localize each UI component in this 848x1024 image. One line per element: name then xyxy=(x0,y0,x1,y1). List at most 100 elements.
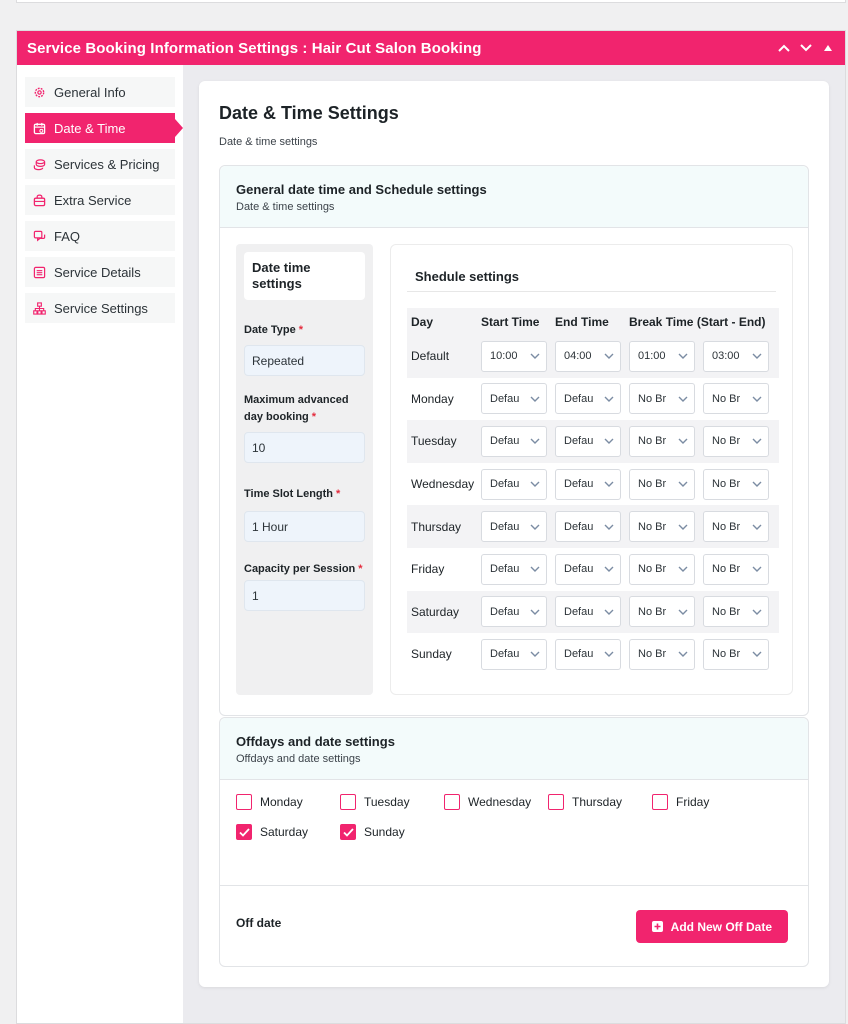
schedule-row: Sunday Defau Defau No Br No Br xyxy=(407,633,779,676)
schedule-day-label: Default xyxy=(411,349,450,364)
checkbox[interactable] xyxy=(444,794,460,810)
break-start-select[interactable]: No Br xyxy=(629,553,695,585)
start-time-select[interactable]: Defau xyxy=(481,425,547,457)
page-title: Date & Time Settings xyxy=(219,103,399,123)
offday-checkbox-wednesday[interactable]: Wednesday xyxy=(444,794,548,810)
sidebar-item-service-settings[interactable]: Service Settings xyxy=(25,293,175,323)
schedule-day-label: Saturday xyxy=(411,604,460,619)
triangle-up-icon[interactable] xyxy=(821,41,835,55)
sidebar-item-extra-service[interactable]: Extra Service xyxy=(25,185,175,215)
sidebar-item-faq[interactable]: FAQ xyxy=(25,221,175,251)
break-start-select[interactable]: No Br xyxy=(629,511,695,543)
panel-header: Service Booking Information Settings : H… xyxy=(17,31,845,65)
break-end-select[interactable]: No Br xyxy=(703,596,769,628)
break-end-select[interactable]: No Br xyxy=(703,425,769,457)
chevron-down-icon xyxy=(530,481,540,488)
column-header-day: Day xyxy=(411,314,434,329)
coins-icon xyxy=(33,158,46,170)
end-time-select[interactable]: Defau xyxy=(555,511,621,543)
offday-checkbox-thursday[interactable]: Thursday xyxy=(548,794,652,810)
capacity-per-session-label: Capacity per Session * xyxy=(244,563,363,575)
chevron-down-icon xyxy=(752,609,762,615)
end-time-select[interactable]: Defau xyxy=(555,596,621,628)
schedule-title: Shedule settings xyxy=(407,259,776,292)
start-time-select[interactable]: 10:00 xyxy=(481,340,547,372)
sidebar-item-date-time[interactable]: Date & Time xyxy=(25,113,183,143)
section-subtitle: Offdays and date settings xyxy=(236,753,361,765)
chevron-down-icon xyxy=(678,438,688,445)
break-end-select[interactable]: No Br xyxy=(703,553,769,585)
start-time-select[interactable]: Defau xyxy=(481,468,547,500)
chevron-down-icon xyxy=(530,438,540,445)
start-time-select[interactable]: Defau xyxy=(481,596,547,628)
offday-checkbox-tuesday[interactable]: Tuesday xyxy=(340,794,444,810)
offday-checkbox-saturday[interactable]: Saturday xyxy=(236,824,340,840)
check-icon xyxy=(238,827,250,837)
checkbox-label: Wednesday xyxy=(468,795,532,809)
start-time-select[interactable]: Defau xyxy=(481,511,547,543)
chevron-down-icon xyxy=(530,353,540,360)
offday-checkbox-sunday[interactable]: Sunday xyxy=(340,824,444,840)
fields-title: Date time settings xyxy=(244,252,365,300)
chevron-down-icon xyxy=(604,353,614,360)
time-slot-length-select[interactable]: 1 Hour xyxy=(244,511,365,542)
break-start-select[interactable]: No Br xyxy=(629,468,695,500)
break-end-select[interactable]: No Br xyxy=(703,383,769,415)
checkbox[interactable] xyxy=(548,794,564,810)
chevron-down-icon xyxy=(678,609,688,615)
break-start-select[interactable]: No Br xyxy=(629,425,695,457)
sidebar-item-label: FAQ xyxy=(54,228,81,244)
break-end-select[interactable]: 03:00 xyxy=(703,340,769,372)
check-icon xyxy=(342,827,354,837)
chevron-down-icon[interactable] xyxy=(799,41,813,55)
list-icon xyxy=(33,266,46,278)
date-type-select[interactable]: Repeated xyxy=(244,345,365,376)
max-advanced-booking-input[interactable]: 10 xyxy=(244,432,365,463)
offday-checkbox-friday[interactable]: Friday xyxy=(652,794,756,810)
break-start-select[interactable]: 01:00 xyxy=(629,340,695,372)
schedule-day-label: Friday xyxy=(411,562,445,577)
sidebar-item-service-details[interactable]: Service Details xyxy=(25,257,175,287)
chevron-down-icon xyxy=(678,396,688,402)
section-subtitle: Date & time settings xyxy=(236,201,335,213)
end-time-select[interactable]: 04:00 xyxy=(555,340,621,372)
chevron-down-icon xyxy=(530,609,540,615)
end-time-select[interactable]: Defau xyxy=(555,468,621,500)
break-start-select[interactable]: No Br xyxy=(629,383,695,415)
column-header-break-time: Break Time (Start - End) xyxy=(629,314,766,329)
panel-title: Service Booking Information Settings : H… xyxy=(27,39,482,57)
break-end-select[interactable]: No Br xyxy=(703,638,769,670)
start-time-select[interactable]: Defau xyxy=(481,638,547,670)
break-start-select[interactable]: No Br xyxy=(629,596,695,628)
break-end-select[interactable]: No Br xyxy=(703,468,769,500)
checkbox[interactable] xyxy=(340,794,356,810)
sidebar-item-services-pricing[interactable]: Services & Pricing xyxy=(25,149,175,179)
capacity-per-session-input[interactable]: 1 xyxy=(244,580,365,611)
start-time-select[interactable]: Defau xyxy=(481,383,547,415)
schedule-row: Saturday Defau Defau No Br No Br xyxy=(407,591,779,634)
sidebar-item-label: Services & Pricing xyxy=(54,156,160,172)
checkbox[interactable] xyxy=(236,794,252,810)
panel-controls xyxy=(777,41,835,55)
add-new-off-date-button[interactable]: Add New Off Date xyxy=(635,910,788,943)
end-time-select[interactable]: Defau xyxy=(555,638,621,670)
start-time-select[interactable]: Defau xyxy=(481,553,547,585)
sidebar-item-general-info[interactable]: General Info xyxy=(25,77,175,107)
checkbox[interactable] xyxy=(236,824,252,840)
sidebar-item-label: Service Settings xyxy=(54,300,148,316)
schedule-row: Friday Defau Defau No Br No Br xyxy=(407,547,779,591)
column-header-start-time: Start Time xyxy=(481,314,540,329)
checkbox[interactable] xyxy=(340,824,356,840)
end-time-select[interactable]: Defau xyxy=(555,383,621,415)
chevron-down-icon xyxy=(604,609,614,615)
checkbox[interactable] xyxy=(652,794,668,810)
section-header: Offdays and date settings Offdays and da… xyxy=(220,718,808,780)
chevron-up-icon[interactable] xyxy=(777,41,791,55)
end-time-select[interactable]: Defau xyxy=(555,553,621,585)
break-start-select[interactable]: No Br xyxy=(629,638,695,670)
break-end-select[interactable]: No Br xyxy=(703,511,769,543)
checkbox-row: Monday Tuesday Wednesday Thursday Friday xyxy=(236,787,794,817)
schedule-header-row: Day Start Time End Time Break Time (Star… xyxy=(407,308,779,335)
offday-checkbox-monday[interactable]: Monday xyxy=(236,794,340,810)
end-time-select[interactable]: Defau xyxy=(555,425,621,457)
